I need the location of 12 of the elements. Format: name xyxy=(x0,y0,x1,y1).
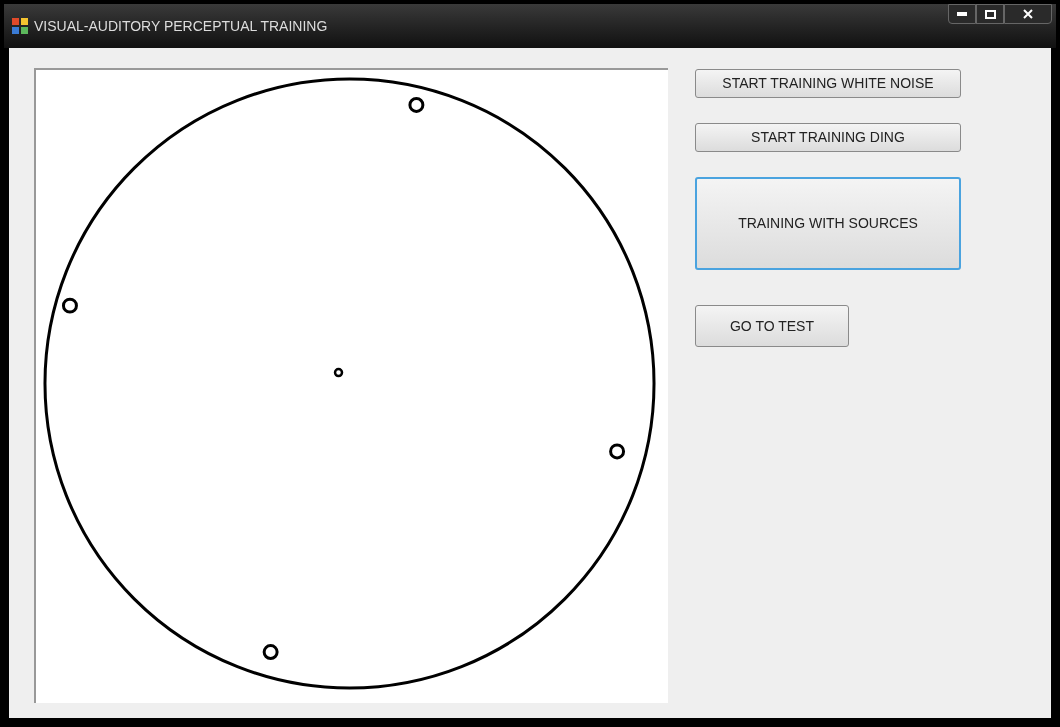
action-button[interactable]: TRAINING WITH SOURCES xyxy=(695,177,961,270)
close-icon xyxy=(1023,9,1033,19)
minimize-icon xyxy=(957,12,967,16)
action-button[interactable]: GO TO TEST xyxy=(695,305,849,347)
action-button[interactable]: START TRAINING WHITE NOISE xyxy=(695,69,961,98)
window-title: VISUAL-AUDITORY PERCEPTUAL TRAINING xyxy=(34,16,328,36)
maximize-button[interactable] xyxy=(976,4,1004,24)
action-button[interactable]: START TRAINING DING xyxy=(695,123,961,152)
close-button[interactable] xyxy=(1004,4,1052,24)
app-icon xyxy=(12,18,28,34)
minimize-button[interactable] xyxy=(948,4,976,24)
maximize-icon xyxy=(984,9,996,19)
